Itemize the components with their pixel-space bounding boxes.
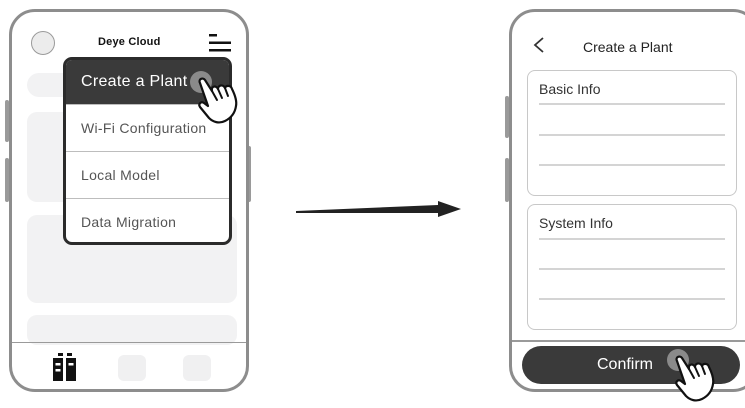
section-title: System Info bbox=[539, 215, 613, 231]
hamburger-menu-icon[interactable] bbox=[209, 32, 231, 54]
station-icon[interactable] bbox=[53, 353, 77, 381]
menu-item-label: Local Model bbox=[81, 167, 160, 183]
tap-hand-icon bbox=[665, 349, 729, 403]
tap-hand-icon bbox=[186, 70, 250, 128]
menu-item-label: Data Migration bbox=[81, 214, 177, 230]
arrow-right-icon bbox=[296, 196, 464, 224]
menu-item-data-migration[interactable]: Data Migration bbox=[66, 198, 229, 242]
menu-item-local-model[interactable]: Local Model bbox=[66, 151, 229, 198]
field-line bbox=[539, 238, 725, 240]
app-name: Deye Cloud bbox=[98, 36, 161, 48]
field-line bbox=[539, 103, 725, 105]
menu-item-label: Create a Plant bbox=[81, 73, 188, 90]
chevron-left-icon[interactable] bbox=[532, 36, 546, 54]
system-info-section: System Info bbox=[527, 204, 737, 330]
field-line[interactable] bbox=[539, 268, 725, 270]
field-line[interactable] bbox=[539, 298, 725, 300]
avatar[interactable] bbox=[31, 31, 55, 55]
basic-info-section: Basic Info bbox=[527, 70, 737, 196]
confirm-label: Confirm bbox=[596, 356, 653, 373]
bottom-divider bbox=[512, 340, 745, 342]
field-line[interactable] bbox=[539, 164, 725, 166]
section-title: Basic Info bbox=[539, 81, 601, 97]
tab-placeholder[interactable] bbox=[183, 355, 211, 381]
tab-bar bbox=[12, 342, 246, 389]
card-placeholder bbox=[27, 315, 237, 345]
right-phone: Create a Plant Basic Info System Info Co… bbox=[509, 9, 745, 392]
field-line[interactable] bbox=[539, 134, 725, 136]
tab-placeholder[interactable] bbox=[118, 355, 146, 381]
page-title: Create a Plant bbox=[583, 39, 673, 55]
